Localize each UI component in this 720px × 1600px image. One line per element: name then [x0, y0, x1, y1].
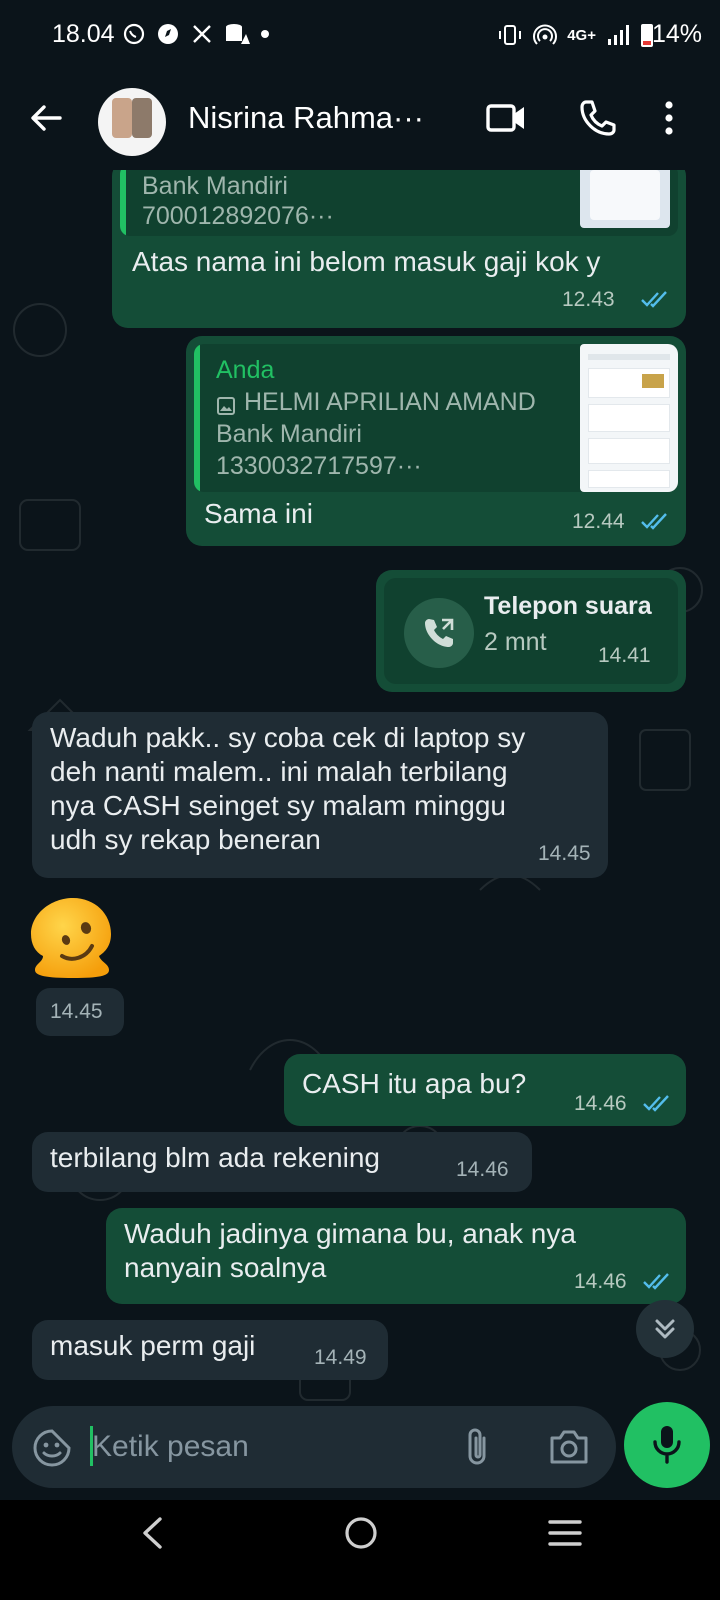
- message-input[interactable]: Ketik pesan: [92, 1430, 249, 1464]
- nav-home-icon[interactable]: [344, 1516, 378, 1550]
- vibrate-icon: [499, 25, 522, 45]
- microphone-icon: [653, 1426, 681, 1464]
- message-time: 14.45: [538, 842, 591, 865]
- message-text: Atas nama ini belom masuk gaji kok y: [132, 246, 601, 277]
- avatar[interactable]: [98, 88, 166, 156]
- quote-line: Bank Mandiri: [216, 420, 362, 448]
- quote-author: Anda: [216, 356, 275, 384]
- quoted-message[interactable]: Bank Mandiri 700012892076···: [120, 170, 678, 236]
- read-receipt-icon: [643, 1095, 669, 1112]
- message-bubble-outgoing[interactable]: Bank Mandiri 700012892076··· Atas nama i…: [112, 170, 686, 328]
- sticker-time-chip: 14.45: [36, 988, 124, 1036]
- tools-icon: [193, 25, 211, 43]
- quote-line: HELMI APRILIAN AMAND: [244, 388, 536, 416]
- message-time: 14.45: [50, 1000, 103, 1023]
- quoted-image-thumbnail: [580, 170, 670, 228]
- message-list[interactable]: Bank Mandiri 700012892076··· Atas nama i…: [0, 170, 720, 1520]
- contact-name[interactable]: Nisrina Rahma···: [188, 100, 424, 136]
- message-bubble-outgoing[interactable]: CASH itu apa bu? 14.46: [284, 1054, 686, 1126]
- message-bubble-incoming[interactable]: Waduh pakk.. sy coba cek di laptop sy de…: [32, 712, 608, 878]
- quoted-message[interactable]: Anda HELMI APRILIAN AMAND Bank Mandiri 1…: [194, 344, 678, 492]
- network-type: 4G+: [567, 26, 596, 44]
- read-receipt-icon: [643, 1273, 669, 1290]
- scroll-to-bottom-button[interactable]: [636, 1300, 694, 1358]
- message-time: 14.49: [314, 1346, 367, 1369]
- emoji-sticker-icon[interactable]: [32, 1428, 72, 1468]
- quoted-image-thumbnail: [580, 344, 678, 492]
- message-time: 12.44: [572, 510, 625, 533]
- read-receipt-icon: [641, 513, 667, 530]
- message-time: 12.43: [562, 288, 615, 311]
- message-time: 14.41: [598, 644, 651, 667]
- status-bar: 18.04 4G+ 14%: [0, 0, 720, 70]
- compass-icon: [158, 24, 178, 44]
- voice-call-bubble[interactable]: Telepon suara 2 mnt 14.41: [376, 570, 686, 692]
- message-text-line: nanyain soalnya: [124, 1252, 327, 1283]
- call-icon-circle: [404, 598, 474, 668]
- quote-line: 1330032717597···: [216, 452, 422, 480]
- message-text-line: deh nanti malem.. ini malah terbilang: [50, 756, 508, 787]
- quote-line: 700012892076···: [142, 202, 334, 230]
- camera-icon[interactable]: [548, 1428, 590, 1466]
- more-options-icon[interactable]: [664, 100, 674, 136]
- status-time: 18.04: [52, 20, 115, 48]
- message-text: CASH itu apa bu?: [302, 1068, 527, 1099]
- outgoing-call-icon: [425, 618, 454, 647]
- melting-face-emoji-icon[interactable]: [28, 892, 118, 982]
- message-text: masuk perm gaji: [50, 1330, 256, 1361]
- message-composer: Ketik pesan: [12, 1406, 616, 1488]
- attachment-icon[interactable]: [462, 1426, 492, 1468]
- call-title: Telepon suara: [484, 592, 652, 620]
- message-text-line: Waduh jadinya gimana bu, anak nya: [124, 1218, 576, 1249]
- voice-message-button[interactable]: [624, 1402, 710, 1488]
- message-text-line: udh sy rekap beneran: [50, 824, 321, 855]
- back-arrow-icon[interactable]: [26, 98, 66, 138]
- message-text: terbilang blm ada rekening: [50, 1142, 380, 1173]
- whatsapp-icon: [123, 23, 145, 45]
- message-bubble-outgoing[interactable]: Waduh jadinya gimana bu, anak nya nanyai…: [106, 1208, 686, 1304]
- read-receipt-icon: [641, 291, 667, 308]
- message-text-line: nya CASH seinget sy malam minggu: [50, 790, 506, 821]
- call-duration: 2 mnt: [484, 628, 547, 656]
- double-chevron-down-icon: [655, 1319, 675, 1339]
- message-time: 14.46: [456, 1158, 509, 1181]
- nav-back-icon[interactable]: [140, 1516, 164, 1550]
- battery-percent: 14%: [651, 20, 702, 48]
- message-bubble-outgoing[interactable]: Anda HELMI APRILIAN AMAND Bank Mandiri 1…: [186, 336, 686, 546]
- data-alert-icon: [226, 24, 250, 44]
- message-bubble-incoming[interactable]: masuk perm gaji 14.49: [32, 1320, 388, 1380]
- image-icon: [217, 397, 235, 415]
- signal-icon: [608, 25, 629, 45]
- video-call-icon[interactable]: [486, 100, 526, 136]
- message-text-line: Waduh pakk.. sy coba cek di laptop sy: [50, 722, 526, 753]
- dot-icon: [261, 30, 269, 38]
- system-navigation-bar: [0, 1500, 720, 1600]
- nav-recents-icon[interactable]: [548, 1518, 582, 1548]
- message-time: 14.46: [574, 1270, 627, 1293]
- message-bubble-incoming[interactable]: terbilang blm ada rekening 14.46: [32, 1132, 532, 1192]
- chat-header: Nisrina Rahma···: [0, 70, 720, 170]
- voice-call-icon[interactable]: [578, 98, 618, 138]
- message-text: Sama ini: [204, 498, 313, 529]
- message-time: 14.46: [574, 1092, 627, 1115]
- hotspot-icon: [533, 24, 558, 45]
- quote-line: Bank Mandiri: [142, 172, 288, 200]
